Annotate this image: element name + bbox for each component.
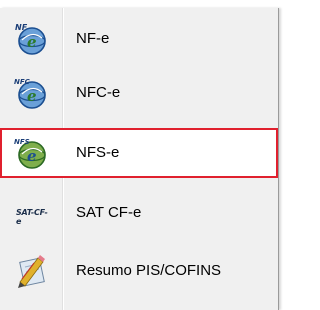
nfse-globe-icon: e NFS	[12, 134, 50, 172]
svg-text:e: e	[27, 147, 37, 165]
menu-item-label: Resumo PIS/COFINS	[76, 262, 222, 279]
menu-item-nfe[interactable]: e NF NF-e	[0, 14, 278, 64]
menu-item-nfce[interactable]: e NFC NFC-e	[0, 68, 278, 118]
sat-cfe-logo-text: SAT-CF-e	[16, 208, 48, 226]
nfce-globe-icon: e NFC	[12, 74, 50, 112]
svg-text:NFS: NFS	[14, 138, 30, 146]
menu-item-label: SAT CF-e	[76, 204, 142, 221]
svg-text:NFC: NFC	[14, 78, 31, 86]
svg-text:e: e	[27, 87, 37, 105]
menu-item-nfse[interactable]: e NFS NFS-e	[0, 128, 278, 178]
menu-item-label: NFS-e	[76, 144, 120, 161]
svg-text:NF: NF	[15, 23, 28, 32]
menu-item-resumo-pis-cofins[interactable]: Resumo PIS/COFINS	[0, 246, 278, 296]
menu-item-label: NF-e	[76, 30, 110, 47]
pencil-document-icon	[12, 252, 50, 290]
menu-item-sat-cfe[interactable]: SAT-CF-e SAT CF-e	[0, 188, 278, 238]
svg-text:e: e	[27, 33, 37, 51]
sat-cfe-icon: SAT-CF-e	[12, 194, 50, 232]
nfe-globe-icon: e NF	[12, 20, 50, 58]
dropdown-menu: e NF NF-e e NFC NFC-e e NFS NFS-e SAT-CF…	[0, 8, 279, 310]
menu-item-label: NFC-e	[76, 84, 121, 101]
